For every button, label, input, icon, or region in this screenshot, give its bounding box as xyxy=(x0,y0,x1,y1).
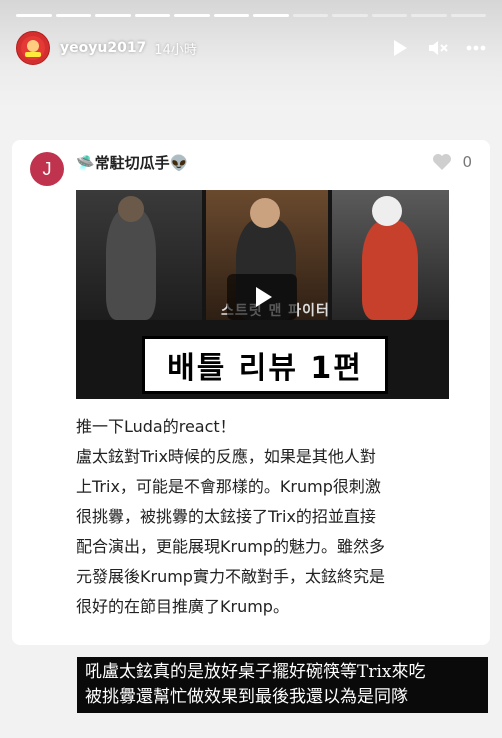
like-area: 0 xyxy=(432,153,472,171)
post-line: 上Trix，可能是不會那樣的。Krump很刺激 xyxy=(76,477,381,496)
post-line: 很挑釁，被挑釁的太鉉接了Trix的招並直接 xyxy=(76,507,376,526)
story-avatar[interactable] xyxy=(16,31,50,65)
post-body: 推一下Luda的react！ 盧太鉉對Trix時候的反應，如果是其他人對 上Tr… xyxy=(76,412,456,622)
dancer-panel-right xyxy=(332,190,449,320)
post-line: 推一下Luda的react！ xyxy=(76,417,236,436)
video-play-button[interactable] xyxy=(227,274,297,320)
like-count: 0 xyxy=(462,153,472,171)
progress-segment xyxy=(411,14,447,17)
dancer-panel-left xyxy=(76,190,202,320)
video-title: 배틀 리뷰 1편 xyxy=(142,336,388,394)
author-name[interactable]: 🛸常駐切瓜手👽 xyxy=(76,152,188,173)
progress-segment xyxy=(95,14,131,17)
post-line: 配合演出，更能展現Krump的魅力。雖然多 xyxy=(76,537,385,556)
play-icon[interactable] xyxy=(390,38,410,58)
post-line: 元發展後Krump實力不敵對手，太鉉終究是 xyxy=(76,567,385,586)
story-time: 14小時 xyxy=(154,42,197,58)
progress-segment xyxy=(450,14,486,17)
progress-segment xyxy=(174,14,210,17)
subtitle-box: 吼盧太鉉真的是放好桌子擺好碗筷等Trix來吃 被挑釁還幫忙做效果到最後我還以為是… xyxy=(77,657,488,713)
progress-segment xyxy=(55,14,91,17)
progress-segment xyxy=(253,14,289,17)
more-icon[interactable] xyxy=(466,38,486,58)
progress-segment xyxy=(213,14,249,17)
progress-segment xyxy=(332,14,368,17)
progress-segment xyxy=(371,14,407,17)
author-avatar[interactable]: J xyxy=(30,152,64,186)
progress-segment xyxy=(16,14,52,17)
speaker-muted-icon[interactable] xyxy=(428,38,448,58)
subtitle-line: 吼盧太鉉真的是放好桌子擺好碗筷等Trix來吃 xyxy=(85,662,426,682)
progress-segment xyxy=(292,14,328,17)
post-card[interactable]: J 🛸常駐切瓜手👽 0 스트릿 맨 파이터 배틀 리뷰 1편 xyxy=(12,140,490,645)
logo-icon xyxy=(21,36,45,60)
post-line: 盧太鉉對Trix時候的反應，如果是其他人對 xyxy=(76,447,376,466)
subtitle-line: 被挑釁還幫忙做效果到最後我還以為是同隊 xyxy=(85,687,408,707)
post-header: J 🛸常駐切瓜手👽 0 xyxy=(30,151,472,187)
progress-segment xyxy=(134,14,170,17)
video-thumbnail[interactable]: 스트릿 맨 파이터 배틀 리뷰 1편 xyxy=(76,190,449,399)
post-line: 很好的在節目推廣了Krump。 xyxy=(76,597,289,616)
story-username[interactable]: yeoyu2017 xyxy=(60,40,146,56)
story-header: yeoyu2017 14小時 xyxy=(16,31,486,65)
story-progress-bar xyxy=(16,14,486,17)
play-icon xyxy=(256,287,272,307)
heart-icon[interactable] xyxy=(432,153,452,171)
